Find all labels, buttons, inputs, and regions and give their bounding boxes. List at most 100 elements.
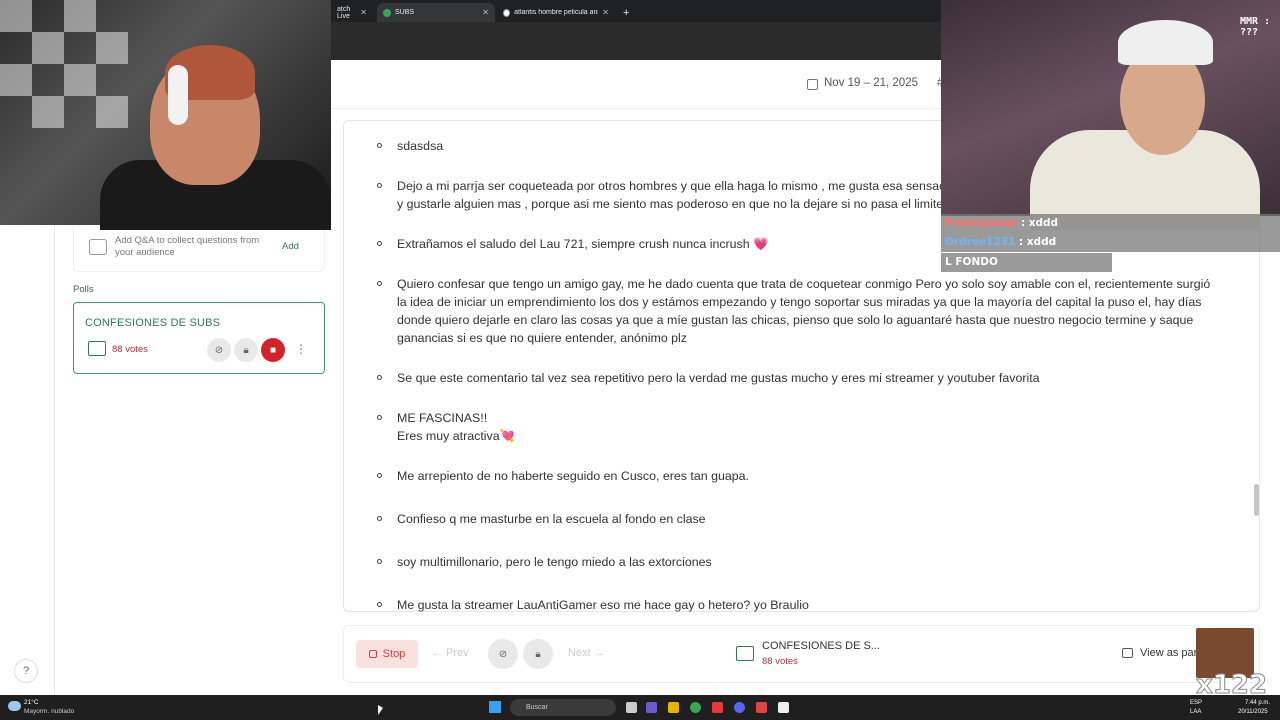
chrome-icon[interactable] [690, 702, 701, 713]
copilot-icon[interactable] [646, 702, 657, 713]
add-qa-button[interactable]: Add [282, 241, 299, 252]
browser-tab-atlantis[interactable]: atlantis hombre pelicula animad✕ [497, 3, 615, 22]
current-poll-votes: 88 votes [762, 656, 798, 667]
eye-off-icon: ⊘ [498, 648, 508, 660]
clock-date: 20/11/2025 [1238, 709, 1268, 715]
mmr-overlay: MMR : ??? [1240, 16, 1271, 38]
address-bar[interactable] [331, 22, 941, 60]
scrollbar-thumb[interactable] [1254, 484, 1259, 516]
taskbar-search[interactable]: Buscar [510, 699, 616, 716]
task-view-icon[interactable] [626, 702, 637, 713]
bullet-icon [377, 516, 382, 521]
stop-icon: ■ [269, 344, 277, 356]
list-item: Dejo a mi parrja ser coqueteada por otro… [397, 179, 942, 193]
streamer-right-cap [1118, 20, 1213, 65]
poll-chat-icon [88, 341, 106, 356]
list-item: ME FASCINAS!! [397, 411, 488, 425]
list-item: Se que este comentario tal vez sea repet… [397, 371, 1040, 385]
event-date-range[interactable]: Nov 19 – 21, 2025 [824, 77, 918, 89]
list-item: soy multimillonario, pero le tengo miedo… [397, 555, 712, 569]
bullet-icon [377, 559, 382, 564]
calendar-icon [807, 79, 818, 90]
bullet-icon [377, 183, 382, 188]
taskbar [0, 695, 1280, 720]
tab-label: atch Live [337, 5, 351, 20]
view-as-icon [1122, 648, 1133, 658]
qa-description: Add Q&A to collect questions from your a… [115, 235, 260, 258]
chat-user: Ordree1231 [945, 236, 1016, 248]
current-poll-title[interactable]: CONFESIONES DE S... [762, 640, 880, 652]
chat-text: : xddd [1020, 217, 1059, 229]
app-icon[interactable] [778, 702, 789, 713]
mouse-cursor-icon [378, 705, 383, 715]
bullet-icon [377, 143, 382, 148]
windows-start-icon[interactable] [489, 701, 501, 713]
sidebar-divider [54, 225, 55, 695]
close-icon[interactable]: ✕ [482, 8, 489, 17]
stop-button[interactable]: Stop [356, 640, 418, 668]
list-item-cont: la idea de iniciar un emprendimiento los… [397, 295, 1202, 309]
chat-message: L FONDO [941, 253, 1112, 272]
app-icon[interactable] [756, 702, 767, 713]
poll-votes: 88 votes [112, 344, 148, 355]
stop-label: Stop [382, 648, 406, 660]
new-tab-button[interactable]: + [617, 3, 633, 22]
list-item: Me arrepiento de no haberte seguido en C… [397, 469, 749, 483]
hide-results-button[interactable]: ⊘ [488, 639, 518, 669]
lock-poll-button[interactable]: 🔒︎ [523, 639, 553, 669]
tab-label: atlantis hombre pelicula animad [514, 9, 599, 16]
prev-button[interactable]: ← Prev [432, 647, 469, 659]
google-icon [503, 8, 511, 17]
browser-tab-live[interactable]: atch Live ✕ [331, 3, 373, 22]
chat-user: Fredelyaaaa [945, 217, 1018, 229]
clock-time[interactable]: 7:44 p.m. [1245, 700, 1270, 706]
bullet-icon [377, 602, 382, 607]
poll-card[interactable] [73, 302, 325, 374]
lock-icon: 🔒︎ [535, 648, 541, 660]
view-as-participant-button[interactable]: View as par [1140, 647, 1197, 659]
chat-message: Fredelyaaaa : xddd [941, 214, 1280, 233]
file-explorer-icon[interactable] [668, 702, 679, 713]
help-button[interactable]: ? [14, 659, 38, 683]
list-item-cont: Eres muy atractiva💘 [397, 429, 516, 443]
lock-icon: 🔒︎ [243, 344, 249, 356]
weather-temp[interactable]: 21°C [24, 699, 39, 706]
headset-icon [168, 65, 188, 125]
layout-indicator: LAA [1190, 709, 1202, 715]
stop-poll-button[interactable]: ■ [261, 338, 285, 362]
cloud-icon [8, 701, 21, 711]
chat-bubble-icon [89, 239, 107, 255]
list-item: Quiero confesar que tengo un amigo gay, … [397, 277, 1211, 291]
list-item-cont: donde quiero dejarle en claro las cosas … [397, 313, 1194, 327]
list-item: Me gusta la streamer LauAntiGamer eso me… [397, 598, 809, 612]
list-item-cont: ganancias si es que no quiere entender, … [397, 331, 688, 345]
next-button[interactable]: Next → [568, 647, 605, 659]
bullet-icon [377, 415, 382, 420]
weather-desc: Mayorm. nublado [24, 708, 75, 715]
list-item-cont: y gustarle alguien mas , porque asi me s… [397, 197, 942, 211]
more-options-icon[interactable]: ⋮ [295, 342, 307, 356]
eye-off-icon: ⊘ [214, 344, 224, 356]
sidebar [0, 225, 331, 695]
hide-results-button[interactable]: ⊘ [207, 338, 231, 362]
bullet-icon [377, 281, 382, 286]
language-indicator[interactable]: ESP [1190, 700, 1202, 706]
list-item: Confieso q me masturbe en la escuela al … [397, 512, 706, 526]
close-icon[interactable]: ✕ [360, 8, 367, 17]
tab-label: SUBS [395, 9, 415, 16]
discord-icon[interactable] [734, 702, 745, 713]
polls-heading: Polls [73, 284, 94, 295]
bullet-icon [377, 473, 382, 478]
chat-message: Ordree1231 : xddd [941, 233, 1280, 252]
poll-chat-icon [736, 646, 754, 661]
app-icon[interactable] [712, 702, 723, 713]
close-icon[interactable]: ✕ [602, 8, 609, 17]
browser-tab-subs[interactable]: SUBS ✕ [377, 3, 495, 22]
bullet-icon [377, 375, 382, 380]
chat-text: L FONDO [945, 256, 998, 268]
bullet-icon [377, 241, 382, 246]
chat-text: : xddd [1018, 236, 1057, 248]
favicon-icon [383, 8, 391, 17]
header-divider [331, 108, 941, 109]
lock-poll-button[interactable]: 🔒︎ [234, 338, 258, 362]
